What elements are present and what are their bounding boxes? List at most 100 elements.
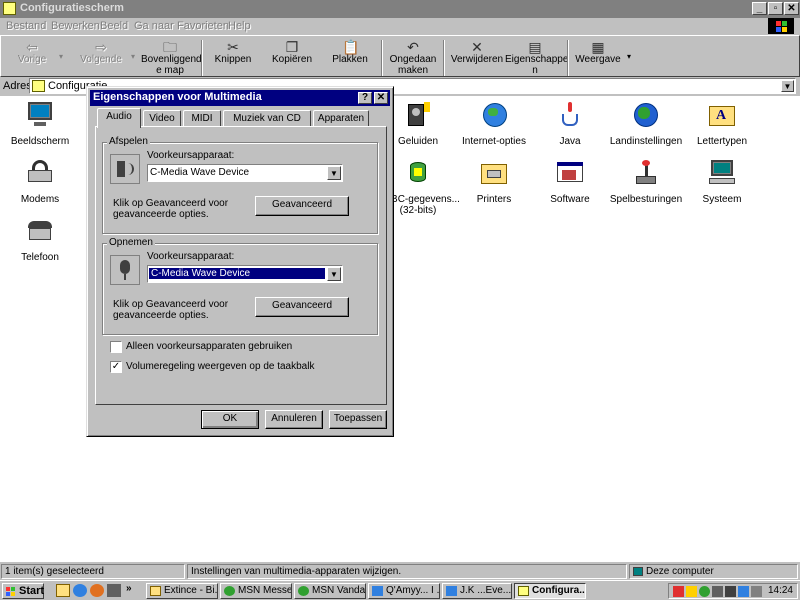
taskbar-button-control-panel[interactable]: Configura... [514, 583, 586, 599]
copy-button[interactable]: ❐ Kopiëren [265, 38, 319, 78]
tray-msn-icon[interactable] [699, 586, 710, 597]
chat-task-icon [372, 586, 383, 596]
undo-button[interactable]: ↶ Ongedaan maken [387, 38, 439, 78]
minimize-button[interactable]: _ [752, 2, 767, 15]
tray-app-icon[interactable] [686, 586, 697, 597]
system-tray: 14:24 [668, 583, 798, 599]
menu-edit[interactable]: Bewerken [51, 20, 100, 32]
delete-x-icon: ✕ [471, 39, 483, 55]
help-button[interactable]: ? [358, 92, 372, 104]
status-bar: 1 item(s) geselecteerd Instellingen van … [0, 563, 800, 580]
tab-cd-music[interactable]: Muziek van CD [223, 110, 311, 127]
cp-item-system[interactable]: Systeem [677, 158, 767, 205]
dialog-titlebar[interactable]: Eigenschappen voor Multimedia ? ✕ [90, 90, 390, 106]
paste-button[interactable]: 📋 Plakken [323, 38, 377, 78]
forward-dropdown-icon[interactable]: ▾ [131, 52, 135, 61]
back-button[interactable]: ⇦ Vorige [9, 38, 55, 78]
taskbar-button-chat-2[interactable]: J.K ...Eve... [442, 583, 512, 599]
up-button[interactable]: 🗀 Bovenliggend e map [141, 38, 202, 78]
playback-advanced-button[interactable]: Geavanceerd [255, 196, 349, 216]
clock[interactable]: 14:24 [768, 585, 793, 596]
taskbar-button-msn-1[interactable]: MSN Messe... [220, 583, 292, 599]
apply-button[interactable]: Toepassen [329, 410, 387, 429]
views-button[interactable]: ▦ Weergave [573, 38, 623, 78]
paste-icon: 📋 [342, 39, 360, 55]
cut-button[interactable]: ✂ Knippen [207, 38, 259, 78]
recording-advanced-button[interactable]: Geavanceerd [255, 297, 349, 317]
back-dropdown-icon[interactable]: ▾ [59, 52, 63, 61]
ok-button[interactable]: OK [201, 410, 259, 429]
tray-app-icon[interactable] [751, 586, 762, 597]
menu-help[interactable]: Help [228, 20, 251, 32]
tray-speaker-icon[interactable] [725, 586, 736, 597]
tab-audio[interactable]: Audio [97, 108, 141, 128]
playback-dropdown-icon[interactable]: ▼ [327, 166, 341, 180]
recording-microphone-icon [110, 255, 140, 285]
window-title: Configuratiescherm [20, 2, 124, 14]
address-dropdown-icon[interactable]: ▼ [781, 80, 794, 92]
forward-button[interactable]: ⇨ Volgende [73, 38, 129, 78]
computer-zone-icon [633, 567, 643, 576]
volume-taskbar-checkbox[interactable]: ✓ [110, 361, 122, 373]
globe-icon [478, 100, 510, 132]
internet-explorer-icon[interactable] [73, 584, 87, 597]
only-preferred-checkbox[interactable] [110, 341, 122, 353]
show-desktop-icon[interactable] [56, 584, 70, 597]
cp-item-fonts[interactable]: A Lettertypen [677, 100, 767, 147]
undo-icon: ↶ [407, 39, 419, 55]
up-folder-icon: 🗀 [163, 39, 177, 55]
firefox-icon[interactable] [90, 584, 104, 597]
menu-go[interactable]: Ga naar [134, 20, 174, 32]
tab-midi[interactable]: MIDI [183, 110, 221, 127]
window-titlebar[interactable]: Configuratiescherm _ ▫ ✕ [0, 0, 800, 18]
menu-view[interactable]: Beeld [100, 20, 128, 32]
multimedia-properties-dialog: Eigenschappen voor Multimedia ? ✕ Audio … [86, 86, 394, 437]
printer-folder-icon [478, 158, 510, 190]
folder-icon [32, 80, 45, 92]
recording-device-select[interactable]: C-Media Wave Device ▼ [147, 265, 343, 283]
java-icon [554, 100, 586, 132]
tray-app-icon[interactable] [712, 586, 723, 597]
speaker-icon [402, 100, 434, 132]
quicklaunch-more-icon[interactable]: » [126, 583, 132, 594]
playback-speaker-icon [110, 154, 140, 184]
cp-item-telephony[interactable]: Telefoon [0, 216, 85, 263]
cp-item-modems[interactable]: Modems [0, 158, 85, 205]
fonts-folder-icon: A [706, 100, 738, 132]
tray-app-icon[interactable] [673, 586, 684, 597]
menu-file[interactable]: Bestand [6, 20, 46, 32]
only-preferred-label[interactable]: Alleen voorkeursapparaten gebruiken [126, 341, 292, 353]
tab-devices[interactable]: Apparaten [313, 110, 369, 127]
taskbar-button-extince[interactable]: Extince - Bi... [146, 583, 218, 599]
playback-device-select[interactable]: C-Media Wave Device ▼ [147, 164, 343, 182]
scissors-icon: ✂ [227, 39, 239, 55]
audio-tab-panel: Afspelen Voorkeursapparaat: C-Media Wave… [95, 126, 387, 405]
copy-icon: ❐ [285, 39, 299, 55]
dialog-close-button[interactable]: ✕ [374, 92, 388, 104]
start-button[interactable]: Start [2, 583, 44, 599]
delete-button[interactable]: ✕ Verwijderen [449, 38, 505, 78]
msn-task-icon [224, 586, 235, 596]
control-panel-icon[interactable] [3, 2, 16, 15]
properties-button[interactable]: ▤ Eigenschappe n [505, 38, 568, 78]
cancel-button[interactable]: Annuleren [265, 410, 323, 429]
msn-task-icon [298, 586, 309, 596]
taskbar-button-msn-2[interactable]: MSN Vanda... [294, 583, 366, 599]
tab-video[interactable]: Video [143, 110, 181, 127]
menu-favorites[interactable]: Favorieten [177, 20, 229, 32]
menu-bar: Bestand Bewerken Beeld Ga naar Favoriete… [0, 18, 800, 34]
tray-network-icon[interactable] [738, 586, 749, 597]
views-dropdown-icon[interactable]: ▾ [627, 52, 631, 61]
playback-group-label: Afspelen [107, 136, 150, 147]
joystick-icon [630, 158, 662, 190]
volume-taskbar-label[interactable]: Volumeregeling weergeven op de taakbalk [126, 361, 314, 373]
recording-dropdown-icon[interactable]: ▼ [327, 267, 341, 281]
cp-item-display[interactable]: Beeldscherm [0, 100, 85, 147]
maximize-button[interactable]: ▫ [768, 2, 783, 15]
taskbar: Start » Extince - Bi... MSN Messe... MSN… [0, 580, 800, 600]
windows-flag-icon [6, 587, 16, 596]
taskbar-button-chat-1[interactable]: Q'Amyy... I ... [368, 583, 440, 599]
quicklaunch-app-icon[interactable] [107, 584, 121, 597]
playback-hint-line2: geavanceerde opties. [113, 209, 209, 220]
close-button[interactable]: ✕ [784, 2, 799, 15]
